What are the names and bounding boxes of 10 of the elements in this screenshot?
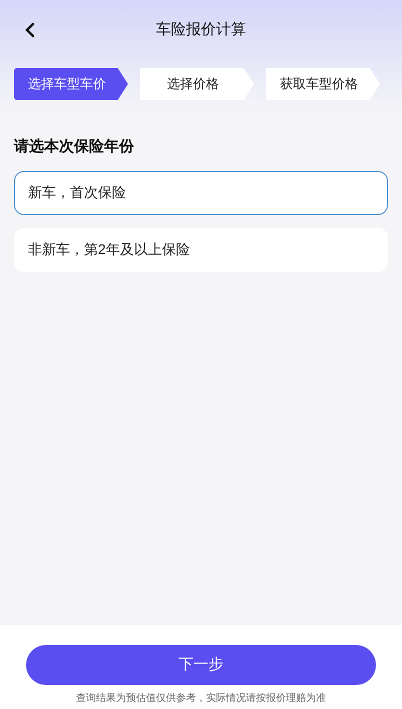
section-heading: 请选本次保险年份	[14, 137, 135, 157]
back-icon	[23, 22, 37, 38]
option-item[interactable]: 非新车，第2年及以上保险	[14, 228, 388, 272]
step-tab[interactable]: 选择车型车价	[14, 68, 128, 100]
step-tab[interactable]: 获取车型价格	[266, 68, 380, 100]
page-title: 车险报价计算	[156, 21, 246, 38]
step-tab[interactable]: 选择价格	[140, 68, 254, 100]
disclaimer-text: 查询结果为预估值仅供参考，实际情况请按报价理赔为准	[76, 692, 326, 706]
next-button[interactable]: 下一步	[26, 645, 376, 685]
option-item[interactable]: 新车，首次保险	[14, 170, 388, 214]
